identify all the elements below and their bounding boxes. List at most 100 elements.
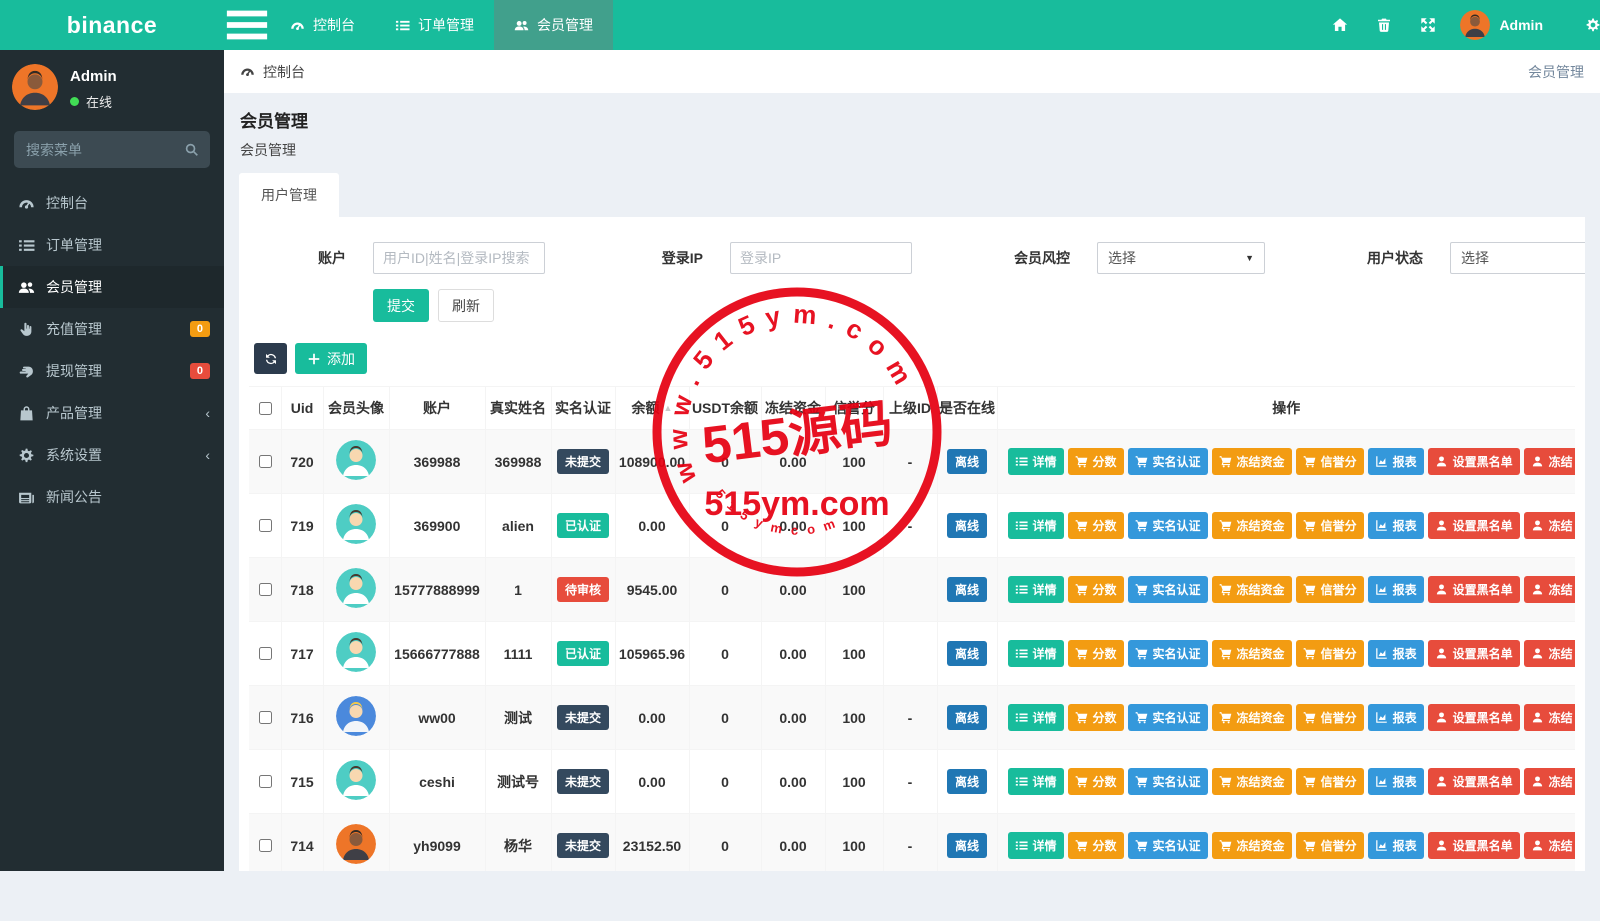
home-button[interactable] bbox=[1318, 0, 1362, 50]
search-icon[interactable] bbox=[184, 142, 199, 157]
action-button[interactable]: 冻结资金 bbox=[1211, 512, 1292, 539]
login-ip-input[interactable] bbox=[730, 242, 912, 274]
action-button[interactable]: 冻结资金 bbox=[1211, 640, 1292, 667]
action-button[interactable]: 设置黑名单 bbox=[1427, 832, 1520, 859]
row-checkbox[interactable] bbox=[258, 839, 272, 852]
action-button[interactable]: 分数 bbox=[1067, 448, 1124, 475]
refresh-table-button[interactable] bbox=[254, 343, 287, 374]
sidebar-item-withdraw[interactable]: 提现管理 0 bbox=[0, 350, 224, 392]
action-button[interactable]: 信誉分 bbox=[1295, 704, 1364, 731]
action-button[interactable]: 实名认证 bbox=[1127, 512, 1208, 539]
action-button[interactable]: 冻结 bbox=[1523, 832, 1575, 859]
sidebar-item-settings[interactable]: 系统设置 ‹ bbox=[0, 434, 224, 476]
nav-item-dashboard[interactable]: 控制台 bbox=[270, 0, 375, 50]
add-button[interactable]: 添加 bbox=[295, 343, 367, 374]
action-button[interactable]: 详情 bbox=[1007, 832, 1064, 859]
menu-search-input[interactable] bbox=[14, 131, 210, 168]
col-uid[interactable]: Uid bbox=[280, 386, 324, 430]
brand-logo[interactable]: binance bbox=[0, 0, 224, 50]
action-button[interactable]: 冻结 bbox=[1523, 640, 1575, 667]
action-button[interactable]: 分数 bbox=[1067, 768, 1124, 795]
action-button[interactable]: 报表 bbox=[1367, 704, 1424, 731]
action-button[interactable]: 实名认证 bbox=[1127, 832, 1208, 859]
sidebar-item-members[interactable]: 会员管理 bbox=[0, 266, 224, 308]
action-button[interactable]: 冻结 bbox=[1523, 704, 1575, 731]
select-all-checkbox[interactable] bbox=[258, 401, 272, 415]
status-select[interactable]: 选择 ▼ bbox=[1450, 242, 1585, 274]
action-button[interactable]: 冻结资金 bbox=[1211, 704, 1292, 731]
action-button[interactable]: 信誉分 bbox=[1295, 512, 1364, 539]
tab-user-management[interactable]: 用户管理 bbox=[239, 173, 339, 217]
action-button[interactable]: 分数 bbox=[1067, 704, 1124, 731]
row-checkbox[interactable] bbox=[258, 711, 272, 724]
row-checkbox[interactable] bbox=[258, 775, 272, 788]
row-checkbox[interactable] bbox=[258, 647, 272, 660]
action-button[interactable]: 设置黑名单 bbox=[1427, 768, 1520, 795]
action-button[interactable]: 实名认证 bbox=[1127, 768, 1208, 795]
action-button[interactable]: 报表 bbox=[1367, 832, 1424, 859]
col-credit[interactable]: 信誉分 bbox=[824, 386, 884, 430]
action-button[interactable]: 分数 bbox=[1067, 832, 1124, 859]
account-search-input[interactable] bbox=[373, 242, 545, 274]
action-button[interactable]: 分数 bbox=[1067, 512, 1124, 539]
action-button[interactable]: 报表 bbox=[1367, 640, 1424, 667]
breadcrumb-dashboard-link[interactable]: 控制台 bbox=[240, 62, 305, 82]
action-button[interactable]: 设置黑名单 bbox=[1427, 448, 1520, 475]
action-button[interactable]: 冻结 bbox=[1523, 512, 1575, 539]
col-parent[interactable]: 上级ID bbox=[882, 386, 938, 430]
settings-button[interactable] bbox=[1571, 0, 1600, 50]
nav-item-orders[interactable]: 订单管理 bbox=[375, 0, 494, 50]
action-button[interactable]: 详情 bbox=[1007, 640, 1064, 667]
sidebar-item-news[interactable]: 新闻公告 bbox=[0, 476, 224, 518]
col-real-name[interactable]: 真实姓名 bbox=[484, 386, 552, 430]
action-button[interactable]: 报表 bbox=[1367, 576, 1424, 603]
row-checkbox[interactable] bbox=[258, 455, 272, 468]
risk-select[interactable]: 选择 ▼ bbox=[1097, 242, 1265, 274]
action-button[interactable]: 冻结资金 bbox=[1211, 768, 1292, 795]
sidebar-item-dashboard[interactable]: 控制台 bbox=[0, 182, 224, 224]
row-checkbox[interactable] bbox=[258, 583, 272, 596]
action-button[interactable]: 信誉分 bbox=[1295, 832, 1364, 859]
submit-button[interactable]: 提交 bbox=[373, 289, 429, 322]
action-button[interactable]: 冻结资金 bbox=[1211, 448, 1292, 475]
action-button[interactable]: 信誉分 bbox=[1295, 448, 1364, 475]
nav-item-members[interactable]: 会员管理 bbox=[494, 0, 613, 50]
action-button[interactable]: 设置黑名单 bbox=[1427, 512, 1520, 539]
action-button[interactable]: 详情 bbox=[1007, 512, 1064, 539]
refresh-filter-button[interactable]: 刷新 bbox=[438, 289, 494, 322]
col-kyc[interactable]: 实名认证 bbox=[550, 386, 616, 430]
col-usdt[interactable]: USDT余额 bbox=[688, 386, 762, 430]
action-button[interactable]: 设置黑名单 bbox=[1427, 640, 1520, 667]
action-button[interactable]: 实名认证 bbox=[1127, 448, 1208, 475]
action-button[interactable]: 冻结资金 bbox=[1211, 576, 1292, 603]
action-button[interactable]: 实名认证 bbox=[1127, 704, 1208, 731]
action-button[interactable]: 实名认证 bbox=[1127, 640, 1208, 667]
action-button[interactable]: 详情 bbox=[1007, 704, 1064, 731]
col-online[interactable]: 是否在线 bbox=[936, 386, 998, 430]
fullscreen-button[interactable] bbox=[1406, 0, 1450, 50]
action-button[interactable]: 冻结 bbox=[1523, 448, 1575, 475]
sidebar-item-recharge[interactable]: 充值管理 0 bbox=[0, 308, 224, 350]
action-button[interactable]: 实名认证 bbox=[1127, 576, 1208, 603]
col-frozen[interactable]: 冻结资金 bbox=[760, 386, 826, 430]
user-menu[interactable]: Admin bbox=[1460, 10, 1543, 40]
action-button[interactable]: 分数 bbox=[1067, 576, 1124, 603]
action-button[interactable]: 详情 bbox=[1007, 768, 1064, 795]
action-button[interactable]: 信誉分 bbox=[1295, 640, 1364, 667]
action-button[interactable]: 冻结 bbox=[1523, 576, 1575, 603]
action-button[interactable]: 报表 bbox=[1367, 768, 1424, 795]
action-button[interactable]: 报表 bbox=[1367, 448, 1424, 475]
action-button[interactable]: 信誉分 bbox=[1295, 576, 1364, 603]
action-button[interactable]: 冻结资金 bbox=[1211, 832, 1292, 859]
action-button[interactable]: 设置黑名单 bbox=[1427, 704, 1520, 731]
sidebar-toggle-button[interactable] bbox=[224, 0, 270, 50]
sidebar-item-orders[interactable]: 订单管理 bbox=[0, 224, 224, 266]
col-account[interactable]: 账户 bbox=[388, 386, 486, 430]
action-button[interactable]: 冻结 bbox=[1523, 768, 1575, 795]
clear-cache-button[interactable] bbox=[1362, 0, 1406, 50]
action-button[interactable]: 信誉分 bbox=[1295, 768, 1364, 795]
action-button[interactable]: 详情 bbox=[1007, 448, 1064, 475]
action-button[interactable]: 分数 bbox=[1067, 640, 1124, 667]
col-balance[interactable]: 余额 ▲ bbox=[614, 386, 690, 430]
action-button[interactable]: 设置黑名单 bbox=[1427, 576, 1520, 603]
